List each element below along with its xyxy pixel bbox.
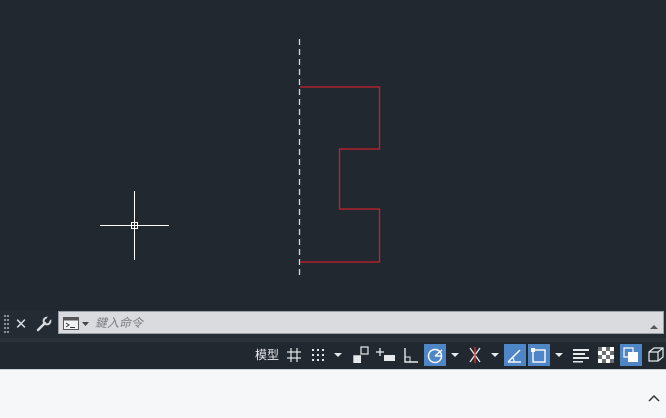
snap-grid-icon[interactable]	[307, 344, 329, 366]
3d-osnap-icon[interactable]	[645, 344, 666, 366]
polar-icon[interactable]	[424, 344, 446, 366]
close-icon[interactable]: ✕	[13, 314, 29, 334]
snap-tracking-icon[interactable]	[504, 344, 526, 366]
wrench-icon[interactable]	[35, 315, 53, 333]
profile-outline[interactable]	[300, 86, 381, 263]
command-prompt-icon[interactable]	[63, 316, 91, 330]
bottom-panel	[0, 369, 666, 418]
grip-handle-icon[interactable]	[4, 315, 10, 333]
osnap-icon[interactable]	[528, 344, 550, 366]
infer-icon[interactable]	[350, 344, 372, 366]
chevron-down-icon[interactable]	[488, 344, 502, 366]
chevron-down-icon[interactable]	[448, 344, 462, 366]
lineweight-icon[interactable]	[570, 344, 592, 366]
chevron-up-icon[interactable]	[648, 388, 660, 402]
command-input-box[interactable]	[58, 311, 664, 334]
isodraft-icon[interactable]	[464, 344, 486, 366]
model-tab-button[interactable]: 模型	[253, 344, 281, 366]
drawing-canvas[interactable]	[0, 0, 666, 310]
command-line: ✕	[0, 310, 666, 338]
ortho-icon[interactable]	[400, 344, 422, 366]
dynamic-input-icon[interactable]	[374, 344, 398, 366]
status-bar: 模型	[0, 342, 666, 369]
transparency-icon[interactable]	[595, 344, 617, 366]
chevron-down-icon[interactable]	[552, 344, 566, 366]
grid-icon[interactable]	[283, 344, 305, 366]
crosshair-cursor	[100, 191, 169, 260]
command-input[interactable]	[95, 312, 635, 333]
selection-cycling-icon[interactable]	[620, 344, 642, 366]
chevron-up-icon[interactable]	[649, 317, 659, 329]
chevron-down-icon	[82, 322, 89, 326]
chevron-down-icon[interactable]	[331, 344, 345, 366]
